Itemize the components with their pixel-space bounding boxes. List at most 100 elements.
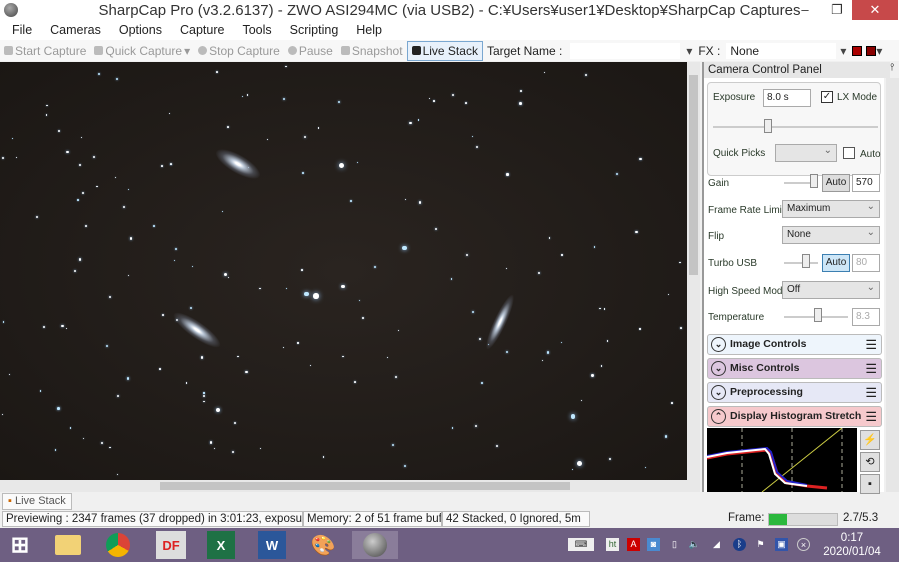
turbo-usb-auto-button[interactable]: Auto <box>822 254 850 272</box>
fx-dropdown-arrow[interactable]: ▾ <box>840 44 846 58</box>
signal-icon[interactable]: ◢ <box>710 538 723 551</box>
excel-icon[interactable]: X <box>207 531 235 559</box>
reticle-icon[interactable] <box>852 45 863 56</box>
camera-icon <box>4 46 13 55</box>
close-button[interactable]: ✕ <box>852 0 898 20</box>
frame-rate-limit-select[interactable]: Maximum <box>782 199 880 218</box>
section-preprocessing[interactable]: ⌄ Preprocessing ☰ <box>707 382 882 403</box>
star <box>341 355 344 358</box>
live-stack-button[interactable]: Live Stack <box>406 40 483 61</box>
auto-stretch-button[interactable]: ⚡ <box>860 430 880 450</box>
file-explorer-icon[interactable] <box>50 531 86 559</box>
quick-picks-select[interactable] <box>775 143 837 162</box>
high-speed-mode-select[interactable]: Off <box>782 280 880 299</box>
fx-label: FX : <box>698 43 721 58</box>
high-speed-mode-label: High Speed Mode <box>708 286 789 297</box>
ht-icon[interactable]: ht <box>606 538 619 551</box>
menu-tools[interactable]: Tools <box>230 22 277 40</box>
star <box>506 173 509 176</box>
menu-file[interactable]: File <box>0 22 38 40</box>
zoom-icon[interactable] <box>866 45 877 56</box>
star <box>580 399 582 402</box>
menu-cameras[interactable]: Cameras <box>38 22 107 40</box>
battery-icon[interactable]: ▯ <box>668 538 681 551</box>
minimize-button[interactable]: – <box>790 0 820 20</box>
star <box>362 317 364 319</box>
lx-mode-checkbox[interactable]: ✓ <box>821 91 833 103</box>
chevron-down-icon: ⌄ <box>711 385 726 400</box>
tab-live-stack[interactable]: ▪ Live Stack <box>2 493 72 510</box>
star <box>174 248 177 250</box>
star <box>200 356 204 359</box>
star <box>609 458 612 461</box>
snapshot-button[interactable]: Snapshot <box>337 44 407 58</box>
turbo-usb-input[interactable]: 80 <box>852 254 880 272</box>
section-display-histogram-stretch[interactable]: ⌃ Display Histogram Stretch ☰ <box>707 406 882 427</box>
display-icon[interactable]: ▣ <box>775 538 788 551</box>
volume-icon[interactable]: 🔈 <box>688 538 701 551</box>
menu-icon[interactable]: ☰ <box>865 335 877 354</box>
live-image-view[interactable] <box>0 62 687 480</box>
fx-select[interactable]: None <box>726 42 837 59</box>
vertical-scrollbar-thumb[interactable] <box>689 75 698 275</box>
quick-picks-auto-checkbox[interactable] <box>843 147 855 159</box>
menu-options[interactable]: Options <box>107 22 168 40</box>
star <box>80 136 82 139</box>
star <box>309 364 311 366</box>
maximize-button[interactable]: ❐ <box>822 0 852 20</box>
gain-input[interactable]: 570 <box>852 174 880 192</box>
stop-capture-button[interactable]: Stop Capture <box>194 44 284 58</box>
menu-capture[interactable]: Capture <box>168 22 230 40</box>
horizontal-scrollbar-thumb[interactable] <box>160 482 570 490</box>
star <box>85 225 87 228</box>
star <box>679 261 681 264</box>
windows-start-icon[interactable]: ⊞ <box>2 531 38 559</box>
acrobat-icon[interactable]: A <box>627 538 640 551</box>
save-stretch-button[interactable]: ▪ <box>860 474 880 494</box>
start-capture-button[interactable]: Start Capture <box>0 44 90 58</box>
star <box>232 450 235 454</box>
pin-icon[interactable]: ⫯ <box>890 62 894 73</box>
menu-scripting[interactable]: Scripting <box>278 22 345 40</box>
section-misc-controls[interactable]: ⌄ Misc Controls ☰ <box>707 358 882 379</box>
panel-scrollbar[interactable] <box>886 78 899 492</box>
star <box>2 413 4 416</box>
flip-select[interactable]: None <box>782 225 880 244</box>
clock[interactable]: 0:17 2020/01/04 <box>812 531 892 559</box>
turbo-usb-slider[interactable] <box>784 262 818 264</box>
bluetooth-icon[interactable]: ᛒ <box>733 538 746 551</box>
menu-icon[interactable]: ☰ <box>865 359 877 378</box>
network-tool-icon[interactable]: ◙ <box>647 538 660 551</box>
menu-icon[interactable]: ☰ <box>865 407 877 426</box>
star <box>479 338 482 341</box>
section-image-controls[interactable]: ⌄ Image Controls ☰ <box>707 334 882 355</box>
snapshot-label: Snapshot <box>351 43 403 58</box>
star <box>397 330 400 332</box>
target-dropdown-arrow[interactable]: ▾ <box>686 44 692 58</box>
keyboard-icon[interactable]: ⌨ <box>568 538 594 551</box>
star <box>159 368 161 370</box>
chrome-icon[interactable] <box>100 531 136 559</box>
histogram-display[interactable] <box>707 428 857 492</box>
exposure-input[interactable]: 8.0 s <box>763 89 811 107</box>
quick-capture-button[interactable]: Quick Capture ▾ <box>90 44 194 58</box>
exposure-slider-thumb[interactable] <box>764 119 772 133</box>
target-name-input[interactable] <box>570 42 681 59</box>
word-icon[interactable]: W <box>258 531 286 559</box>
paint-icon[interactable]: 🎨 <box>305 531 341 559</box>
reset-stretch-button[interactable]: ⟲ <box>860 452 880 472</box>
star <box>505 267 508 269</box>
menu-icon[interactable]: ☰ <box>865 383 877 402</box>
sharpcap-icon[interactable] <box>352 531 398 559</box>
df-icon[interactable]: DF <box>156 531 186 559</box>
star <box>216 71 219 73</box>
turbo-usb-slider-thumb[interactable] <box>802 254 810 268</box>
pause-button[interactable]: Pause <box>284 44 337 58</box>
menu-help[interactable]: Help <box>344 22 388 40</box>
gain-slider-thumb[interactable] <box>810 174 818 188</box>
flag-icon[interactable]: ⚑ <box>754 538 767 551</box>
panel-content: Exposure 8.0 s ✓ LX Mode Quick Picks Aut… <box>704 78 884 494</box>
exposure-slider[interactable] <box>713 126 878 128</box>
gain-auto-button[interactable]: Auto <box>822 174 850 192</box>
close-circle-icon[interactable]: × <box>797 538 810 551</box>
